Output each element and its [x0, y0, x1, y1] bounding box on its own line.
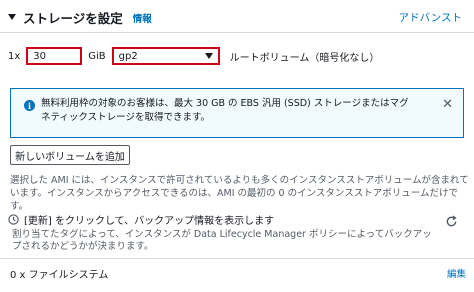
- chevron-down-icon: [204, 53, 213, 59]
- close-icon[interactable]: ✕: [442, 97, 453, 112]
- volume-unit-label: GiB: [88, 50, 106, 62]
- storage-config-panel: ストレージを設定 情報 アドバンスト 1x 30 GiB gp2 ルートボリュー…: [0, 0, 474, 292]
- file-systems-row: 0 x ファイルシステム 編集: [10, 266, 466, 281]
- volume-count-prefix: 1x: [8, 50, 21, 62]
- root-volume-label: ルートボリューム（暗号化なし）: [229, 52, 380, 64]
- panel-title[interactable]: ストレージを設定: [23, 8, 123, 27]
- info-link[interactable]: 情報: [133, 11, 152, 25]
- backup-info-subtext: 割り当てたタグによって、インスタンスが Data Lifecycle Manag…: [12, 229, 432, 252]
- collapse-caret-icon[interactable]: [8, 14, 16, 20]
- instance-store-description: 選択した AMI には、インスタンスで許可されているよりも多くのインスタンススト…: [10, 175, 469, 212]
- root-volume-row: 1x 30 GiB gp2 ルートボリューム（暗号化なし）: [8, 44, 379, 68]
- backup-info-title: [更新] をクリックして、バックアップ情報を表示します: [24, 216, 275, 227]
- refresh-icon[interactable]: [445, 215, 458, 228]
- free-tier-alert: i 無料利用枠の対象のお客様は、最大 30 GB の EBS 汎用 (SSD) …: [10, 88, 464, 138]
- volume-type-value: gp2: [118, 50, 138, 62]
- volume-size-input[interactable]: 30: [26, 47, 83, 65]
- alert-message: 無料利用枠の対象のお客様は、最大 30 GB の EBS 汎用 (SSD) スト…: [41, 98, 409, 123]
- file-systems-label: 0 x ファイルシステム: [10, 269, 109, 281]
- volume-type-select[interactable]: gp2: [111, 47, 220, 65]
- file-systems-divider: [0, 258, 474, 259]
- advanced-link[interactable]: アドバンスト: [399, 10, 462, 25]
- edit-file-systems-link[interactable]: 編集: [447, 266, 466, 280]
- header-divider: [0, 32, 474, 33]
- clock-icon: [8, 214, 19, 225]
- panel-header: ストレージを設定 情報 アドバンスト: [8, 7, 466, 27]
- add-volume-button[interactable]: 新しいボリュームを追加: [10, 145, 130, 165]
- info-icon: i: [24, 100, 35, 111]
- backup-info-section: [更新] をクリックして、バックアップ情報を表示します 割り当てたタグによって、…: [8, 212, 466, 253]
